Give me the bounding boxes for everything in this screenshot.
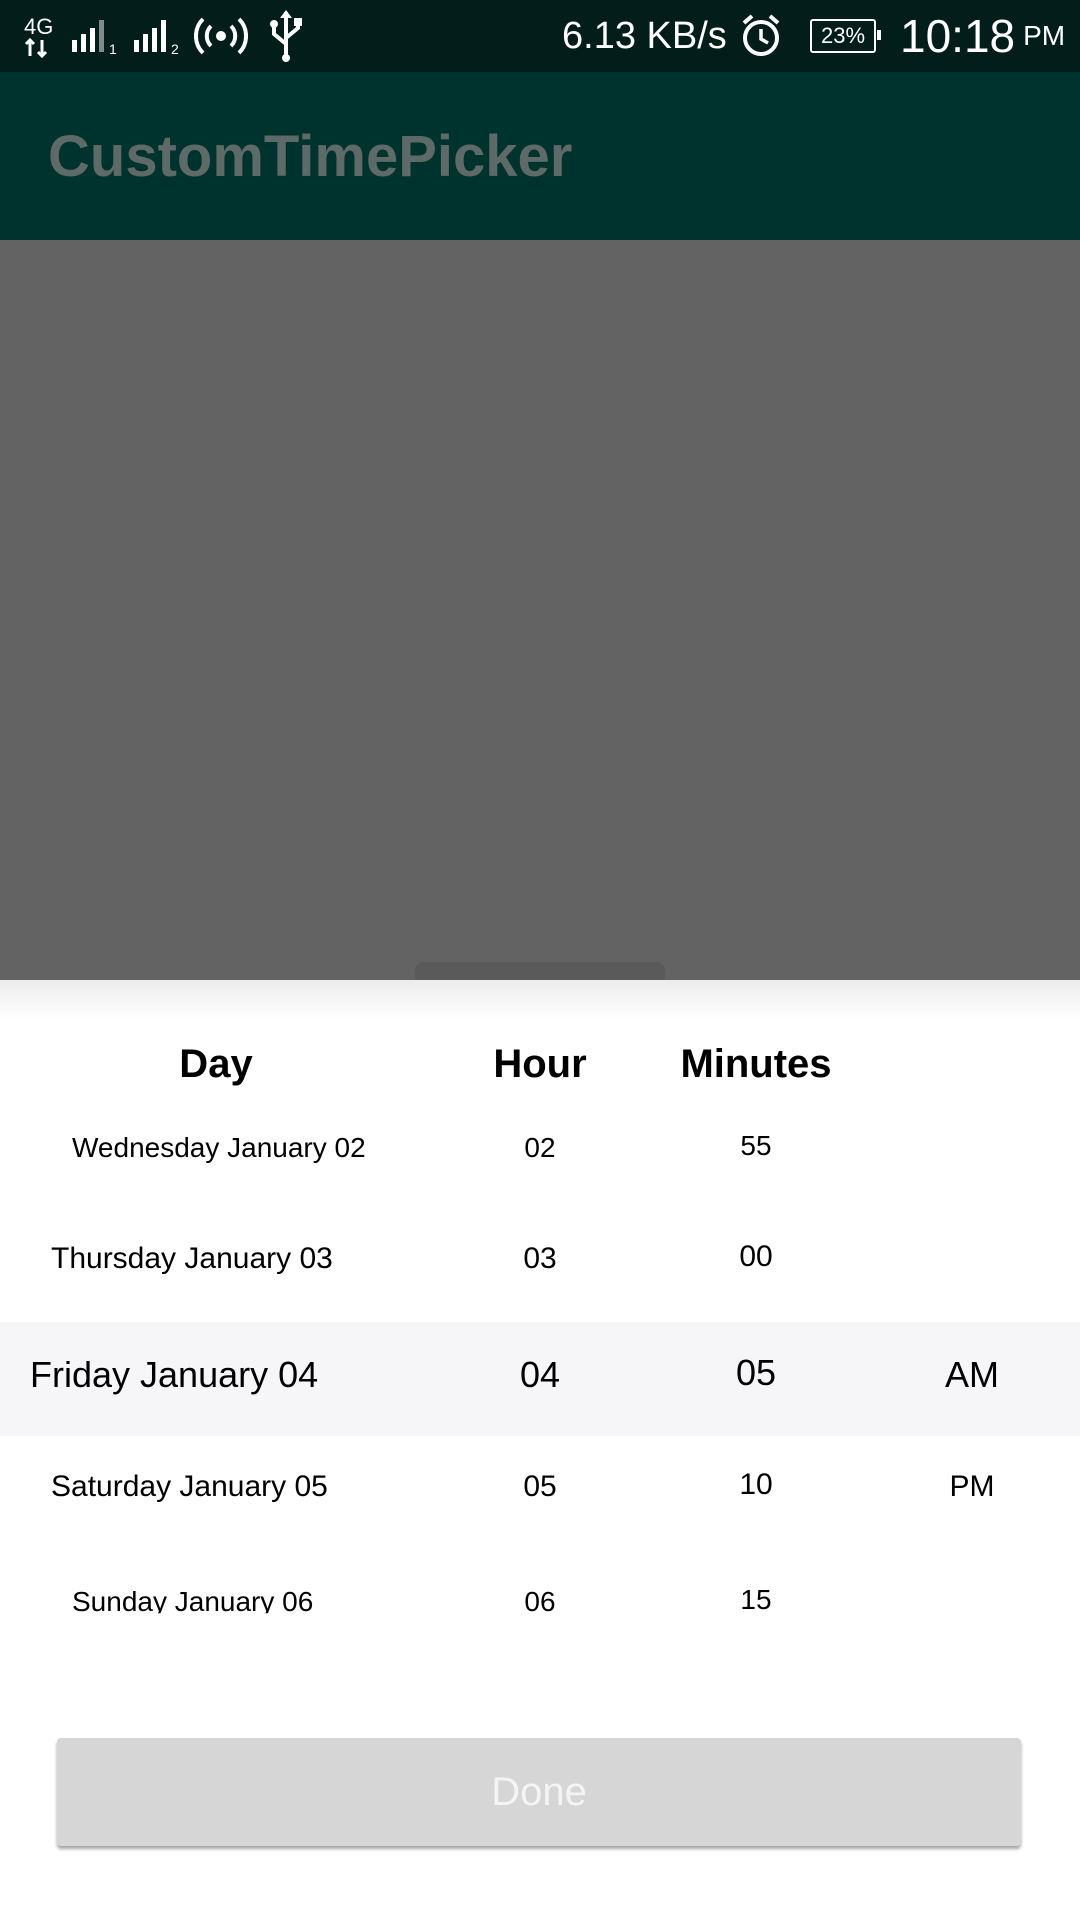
minute-option[interactable]: 55 [740,1135,771,1162]
sheet-top-shadow [0,980,1080,1020]
network-type-label: 4G [24,14,53,39]
hour-option[interactable]: 06 [524,1586,555,1613]
network-4g-icon: 4G [24,0,58,72]
svg-text:2: 2 [171,41,179,56]
clock: 10:18 PM [900,0,1065,72]
ampm-option[interactable]: PM [950,1470,995,1504]
minute-option-selected[interactable]: 05 [736,1352,776,1394]
status-bar: 4G 1 2 6.13 KB/s 23% 10:18 PM [0,0,1080,72]
network-speed: 6.13 KB/s [562,14,727,57]
day-option[interactable]: Thursday January 03 [51,1242,333,1276]
battery-level: 23% [820,23,866,48]
clock-ampm: PM [1023,20,1066,51]
sheet-drag-handle[interactable] [415,962,665,980]
minute-option[interactable]: 00 [739,1240,772,1274]
app-bar: CustomTimePicker [0,72,1080,240]
minute-option[interactable]: 10 [739,1468,772,1502]
hour-option-selected[interactable]: 04 [520,1354,560,1396]
usb-icon [266,0,306,72]
day-column-header: Day [179,1042,253,1086]
ampm-option-selected[interactable]: AM [945,1354,999,1396]
day-option-selected[interactable]: Friday January 04 [30,1354,318,1396]
day-option[interactable]: Saturday January 05 [51,1470,328,1504]
hour-option[interactable]: 05 [523,1470,556,1504]
hour-column-header: Hour [493,1042,587,1086]
hour-option[interactable]: 03 [523,1242,556,1276]
day-option[interactable]: Sunday January 06 [72,1586,313,1613]
day-option[interactable]: Wednesday January 02 [72,1137,366,1164]
hotspot-icon [194,0,248,72]
signal-sim2-icon: 2 [134,0,184,72]
minute-option[interactable]: 15 [740,1584,771,1611]
signal-sim1-icon: 1 [72,0,118,72]
hour-option[interactable]: 02 [524,1137,555,1164]
minutes-column-header: Minutes [680,1042,832,1086]
done-button[interactable]: Done [57,1738,1021,1846]
dim-overlay[interactable] [0,240,1080,980]
alarm-icon [740,0,782,72]
app-title: CustomTimePicker [48,123,573,189]
battery-icon: 23% [810,0,881,72]
clock-time: 10:18 [900,10,1016,62]
svg-text:1: 1 [109,41,117,56]
